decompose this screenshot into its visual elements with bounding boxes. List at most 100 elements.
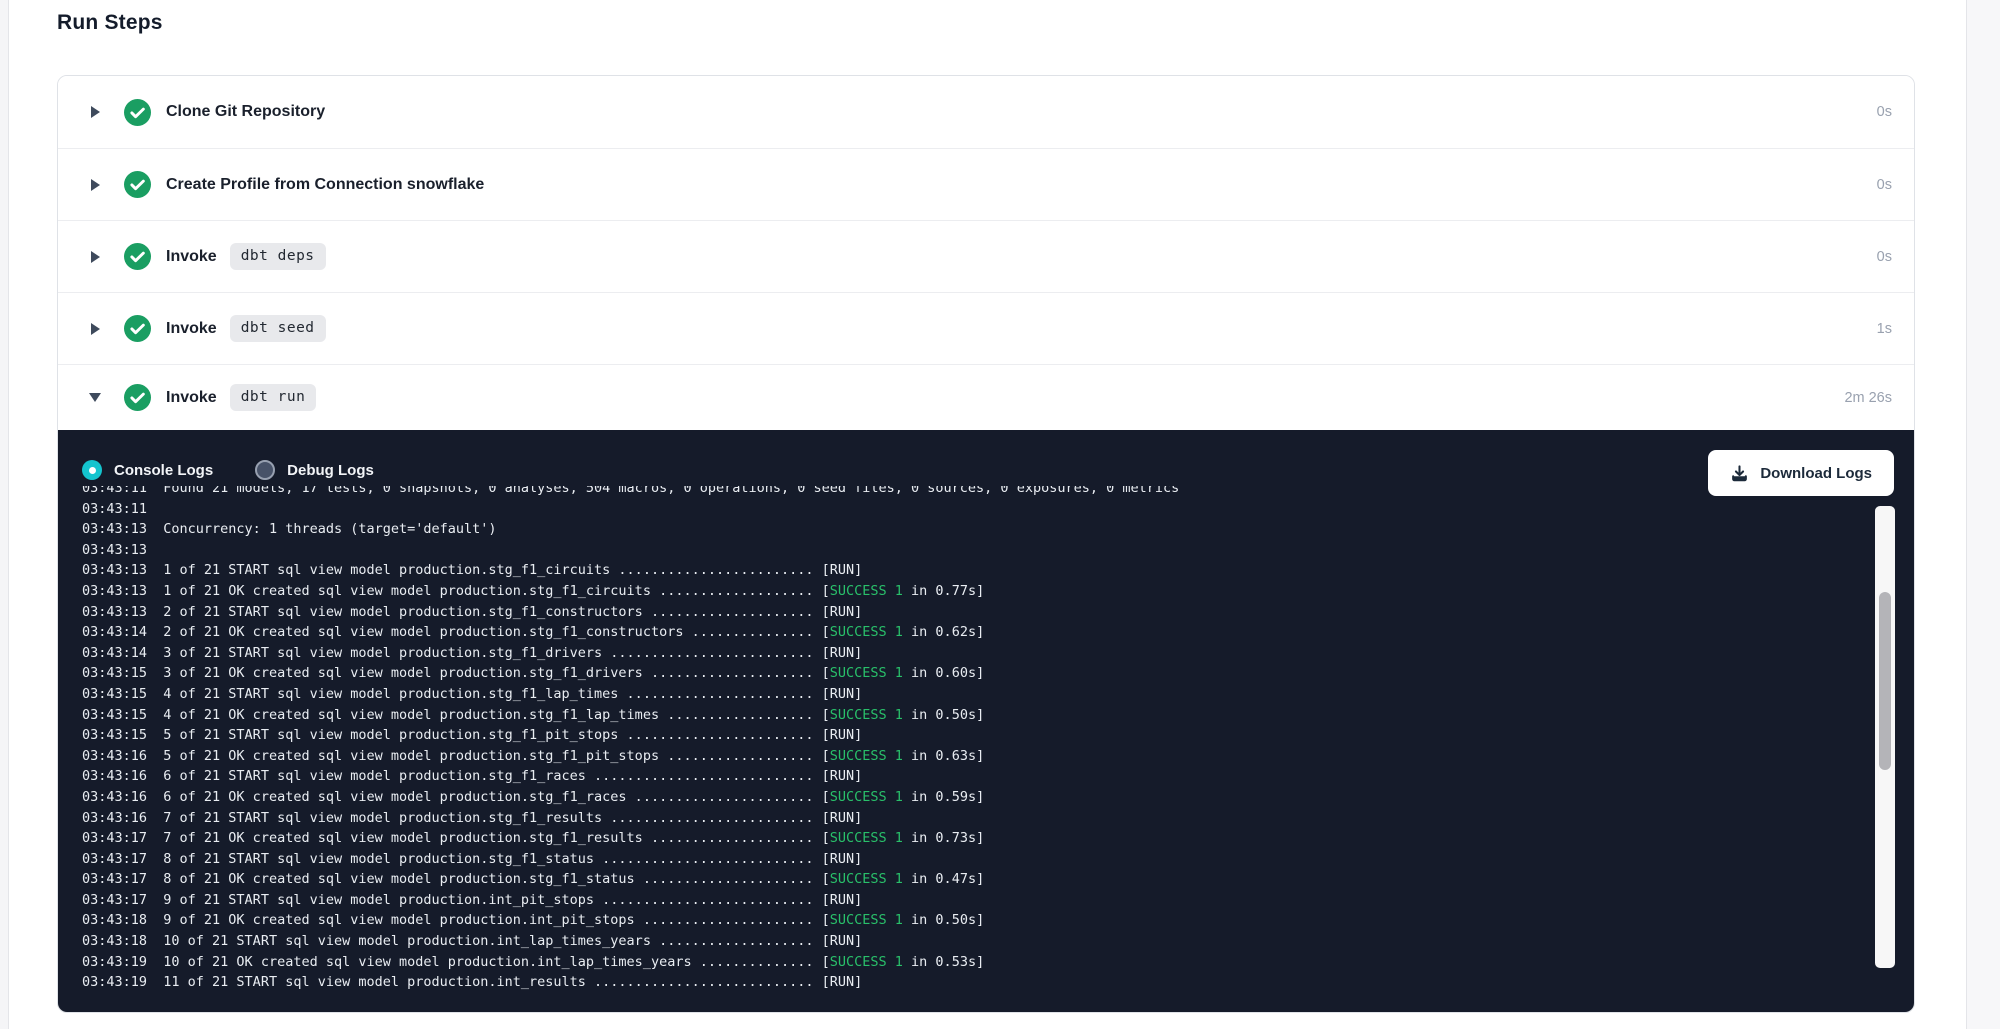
log-timestamp: 03:43:17: [82, 892, 163, 908]
log-success-text: SUCCESS 1: [830, 583, 903, 599]
step-row[interactable]: Create Profile from Connection snowflake…: [58, 148, 1914, 220]
run-steps-card: Clone Git Repository 0s Create Profile f…: [57, 75, 1915, 1013]
command-chip: dbt run: [230, 384, 317, 411]
log-timestamp: 03:43:18: [82, 933, 163, 949]
log-line: 03:43:16 6 of 21 START sql view model pr…: [82, 766, 1868, 787]
log-timestamp: 03:43:16: [82, 810, 163, 826]
expand-caret-icon[interactable]: [88, 322, 102, 336]
log-success-text: SUCCESS 1: [830, 748, 903, 764]
log-timestamp: 03:43:17: [82, 830, 163, 846]
log-timestamp: 03:43:13: [82, 542, 163, 558]
log-success-text: SUCCESS 1: [830, 789, 903, 805]
step-duration: 0s: [1877, 104, 1914, 120]
debug-logs-radio[interactable]: Debug Logs: [255, 460, 374, 480]
step-duration: 2m 26s: [1844, 390, 1914, 406]
log-line: 03:43:11: [82, 499, 1868, 520]
radio-selected-icon[interactable]: [82, 460, 102, 480]
console-logs-radio[interactable]: Console Logs: [82, 460, 213, 480]
log-success-text: SUCCESS 1: [830, 871, 903, 887]
expand-caret-icon[interactable]: [88, 250, 102, 264]
expand-caret-icon[interactable]: [88, 178, 102, 192]
step-row[interactable]: Invoke dbt seed1s: [58, 292, 1914, 364]
right-gutter: [1966, 0, 2000, 1029]
step-row[interactable]: Clone Git Repository 0s: [58, 76, 1914, 148]
log-timestamp: 03:43:13: [82, 604, 163, 620]
console-panel: Console Logs Debug Logs Download Logs 03…: [58, 430, 1914, 1013]
log-timestamp: 03:43:16: [82, 768, 163, 784]
left-gutter: [0, 0, 9, 1029]
step-row[interactable]: Invoke dbt deps 0s: [58, 220, 1914, 292]
step-label: Invoke: [166, 248, 217, 266]
log-timestamp: 03:43:15: [82, 686, 163, 702]
log-line: 03:43:13 1 of 21 OK created sql view mod…: [82, 581, 1868, 602]
log-line: 03:43:17 8 of 21 START sql view model pr…: [82, 849, 1868, 870]
log-line: 03:43:17 8 of 21 OK created sql view mod…: [82, 869, 1868, 890]
step-label: Clone Git Repository: [166, 103, 325, 121]
step-row[interactable]: Invoke dbt run 2m 26s: [58, 364, 1914, 430]
step-label: Create Profile from Connection snowflake: [166, 176, 484, 194]
log-line: 03:43:15 4 of 21 OK created sql view mod…: [82, 705, 1868, 726]
success-check-icon: [124, 171, 151, 198]
log-line: 03:43:15 4 of 21 START sql view model pr…: [82, 684, 1868, 705]
download-logs-label: Download Logs: [1760, 465, 1872, 482]
step-label: Invoke: [166, 389, 217, 407]
log-output: 03:43:11 Found 21 models, 17 tests, 0 sn…: [82, 486, 1868, 993]
log-viewport[interactable]: 03:43:11 Found 21 models, 17 tests, 0 sn…: [82, 486, 1868, 999]
log-line: 03:43:18 10 of 21 START sql view model p…: [82, 931, 1868, 952]
success-check-icon: [124, 243, 151, 270]
log-type-switcher: Console Logs Debug Logs: [82, 460, 374, 480]
log-success-text: SUCCESS 1: [830, 954, 903, 970]
step-duration: 0s: [1877, 249, 1914, 265]
scrollbar-thumb[interactable]: [1879, 592, 1891, 770]
log-line: 03:43:15 3 of 21 OK created sql view mod…: [82, 663, 1868, 684]
log-line: 03:43:16 7 of 21 START sql view model pr…: [82, 808, 1868, 829]
log-success-text: SUCCESS 1: [830, 707, 903, 723]
log-timestamp: 03:43:17: [82, 871, 163, 887]
success-check-icon: [124, 315, 151, 342]
radio-unselected-icon[interactable]: [255, 460, 275, 480]
log-timestamp: 03:43:11: [82, 486, 163, 496]
log-timestamp: 03:43:13: [82, 521, 163, 537]
log-timestamp: 03:43:15: [82, 665, 163, 681]
steps-list: Clone Git Repository 0s Create Profile f…: [58, 76, 1914, 430]
log-line: 03:43:19 10 of 21 OK created sql view mo…: [82, 952, 1868, 973]
log-line: 03:43:16 5 of 21 OK created sql view mod…: [82, 746, 1868, 767]
success-check-icon: [124, 384, 151, 411]
download-icon: [1730, 464, 1749, 483]
log-timestamp: 03:43:13: [82, 583, 163, 599]
scrollbar-track[interactable]: [1875, 506, 1895, 968]
log-timestamp: 03:43:13: [82, 562, 163, 578]
log-timestamp: 03:43:14: [82, 624, 163, 640]
page-title: Run Steps: [57, 11, 163, 35]
expand-caret-icon[interactable]: [88, 391, 102, 405]
log-success-text: SUCCESS 1: [830, 912, 903, 928]
log-line: 03:43:14 2 of 21 OK created sql view mod…: [82, 622, 1868, 643]
log-success-text: SUCCESS 1: [830, 665, 903, 681]
log-line: 03:43:17 7 of 21 OK created sql view mod…: [82, 828, 1868, 849]
log-line: 03:43:11 Found 21 models, 17 tests, 0 sn…: [82, 486, 1868, 499]
command-chip: dbt deps: [230, 243, 326, 270]
debug-logs-label: Debug Logs: [287, 462, 374, 479]
log-line: 03:43:17 9 of 21 START sql view model pr…: [82, 890, 1868, 911]
log-timestamp: 03:43:11: [82, 501, 163, 517]
log-timestamp: 03:43:19: [82, 954, 163, 970]
log-line: 03:43:16 6 of 21 OK created sql view mod…: [82, 787, 1868, 808]
log-timestamp: 03:43:16: [82, 748, 163, 764]
log-timestamp: 03:43:16: [82, 789, 163, 805]
log-line: 03:43:13 1 of 21 START sql view model pr…: [82, 560, 1868, 581]
console-logs-label: Console Logs: [114, 462, 213, 479]
log-timestamp: 03:43:17: [82, 851, 163, 867]
step-duration: 1s: [1877, 321, 1914, 337]
log-success-text: SUCCESS 1: [830, 830, 903, 846]
log-line: 03:43:19 11 of 21 START sql view model p…: [82, 972, 1868, 993]
log-success-text: SUCCESS 1: [830, 624, 903, 640]
step-duration: 0s: [1877, 177, 1914, 193]
log-line: 03:43:15 5 of 21 START sql view model pr…: [82, 725, 1868, 746]
log-timestamp: 03:43:15: [82, 727, 163, 743]
success-check-icon: [124, 99, 151, 126]
expand-caret-icon[interactable]: [88, 105, 102, 119]
step-label: Invoke: [166, 320, 217, 338]
log-timestamp: 03:43:14: [82, 645, 163, 661]
log-line: 03:43:13: [82, 540, 1868, 561]
log-line: 03:43:18 9 of 21 OK created sql view mod…: [82, 910, 1868, 931]
